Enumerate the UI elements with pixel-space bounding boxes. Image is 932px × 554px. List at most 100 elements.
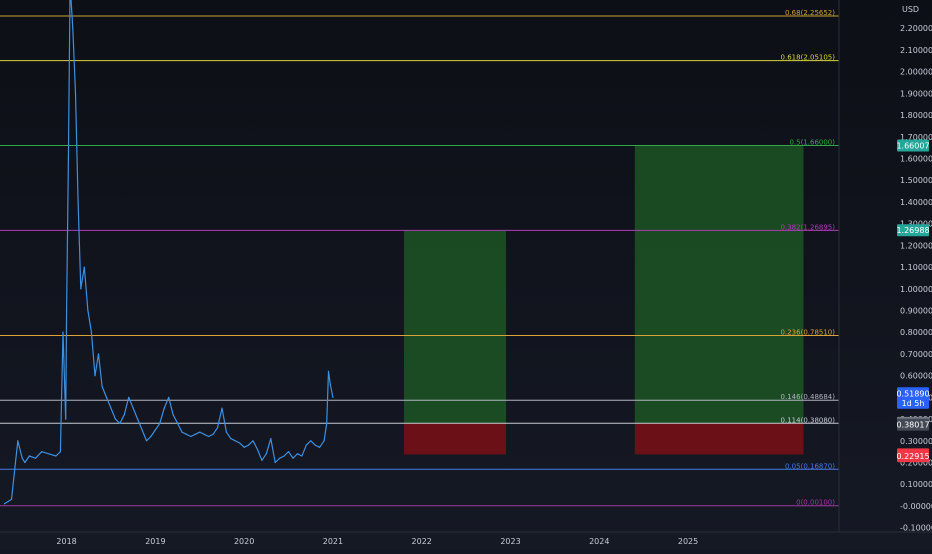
price-point xyxy=(10,498,13,501)
price-point xyxy=(208,435,210,438)
price-point xyxy=(270,438,272,440)
price-line[interactable] xyxy=(4,0,334,505)
price-point xyxy=(128,396,130,398)
y-tick-label: 1.80000 xyxy=(900,111,932,120)
price-tag: 0.22915 xyxy=(896,450,930,463)
price-point xyxy=(225,431,227,433)
price-point xyxy=(154,429,156,431)
price-point xyxy=(176,422,179,425)
y-tick-label: 0.70000 xyxy=(900,350,932,359)
fib-level-label: 0.05(0.16870) xyxy=(785,462,835,470)
fib-level-label: 0(0.00100) xyxy=(796,499,835,507)
currency-label: USD xyxy=(902,5,919,14)
price-point xyxy=(279,457,281,459)
price-point xyxy=(292,457,294,459)
price-point xyxy=(132,407,134,409)
price-point xyxy=(145,440,148,442)
loss-zone[interactable] xyxy=(403,423,507,455)
price-point xyxy=(34,457,37,459)
y-tick-label: -0.00000 xyxy=(900,502,932,511)
y-tick-label: 2.00000 xyxy=(900,68,932,77)
price-tag-text: 1.66007 xyxy=(896,141,929,150)
price-point xyxy=(243,446,245,448)
time-axis[interactable]: 2018 2019 2020 2021 2022 2023 2024 2025 xyxy=(56,537,698,546)
y-tick-label: 0.30000 xyxy=(900,437,932,446)
x-tick-label: 2018 xyxy=(56,537,76,546)
y-tick-label: 0.60000 xyxy=(900,372,932,381)
price-tag: 1d 5h xyxy=(897,396,929,409)
price-tag: 1.26988 xyxy=(896,224,930,237)
price-point xyxy=(305,444,307,446)
price-point xyxy=(83,266,85,268)
x-tick-label: 2022 xyxy=(412,537,432,546)
price-point xyxy=(21,457,23,459)
x-tick-label: 2019 xyxy=(145,537,165,546)
fib-level-label: 0.68(2.25652) xyxy=(785,9,835,17)
price-point xyxy=(216,427,219,429)
price-point xyxy=(296,453,299,455)
price-point xyxy=(310,440,312,442)
price-point xyxy=(87,309,89,312)
price-point xyxy=(72,27,74,29)
price-point xyxy=(190,435,192,438)
price-point xyxy=(287,451,290,453)
price-point xyxy=(110,407,112,409)
profit-zone[interactable] xyxy=(634,145,804,424)
price-point xyxy=(194,433,196,435)
x-tick-label: 2023 xyxy=(500,537,520,546)
price-point xyxy=(94,375,96,377)
fib-level-label: 0.236(0.78510) xyxy=(781,328,836,336)
price-point xyxy=(230,438,232,440)
y-tick-label: 2.20000 xyxy=(900,24,932,33)
price-point xyxy=(150,435,152,438)
price-point xyxy=(332,396,334,398)
price-point xyxy=(256,448,259,451)
y-tick-label: 2.10000 xyxy=(900,46,932,55)
price-point xyxy=(329,383,331,385)
price-point xyxy=(41,451,43,453)
position-zones xyxy=(403,145,804,455)
y-tick-label: 0.80000 xyxy=(900,328,932,337)
x-tick-label: 2024 xyxy=(589,537,609,546)
price-chart[interactable]: 0.68(2.25652) 0.618(2.05105) 0.5(1.66000) 0… xyxy=(0,0,932,550)
price-point xyxy=(67,157,69,160)
profit-zone[interactable] xyxy=(403,230,507,424)
fib-level-label: 0.5(1.66000) xyxy=(789,138,835,146)
loss-zone[interactable] xyxy=(634,423,804,455)
price-point xyxy=(274,461,276,464)
price-tag: 1.66007 xyxy=(896,139,930,152)
price-point xyxy=(17,440,19,442)
price-point xyxy=(234,440,236,442)
fib-level-label: 0.114(0.38080) xyxy=(781,416,836,424)
price-tag-text: 0.38017 xyxy=(896,421,929,430)
price-point xyxy=(80,288,82,290)
price-point xyxy=(265,453,267,455)
price-point xyxy=(77,201,79,203)
price-point xyxy=(185,433,188,435)
price-point xyxy=(261,459,263,461)
price-point xyxy=(221,407,223,409)
y-tick-label: 1.00000 xyxy=(900,285,932,294)
y-tick-label: 0.90000 xyxy=(900,307,932,316)
fib-level-label: 0.146(0.48684) xyxy=(781,393,836,401)
price-point xyxy=(3,503,6,505)
price-point xyxy=(168,396,170,398)
y-tick-label: 1.20000 xyxy=(900,241,932,250)
chart-root: 0.68(2.25652) 0.618(2.05105) 0.5(1.66000) 0… xyxy=(0,0,932,550)
price-point xyxy=(74,92,77,94)
price-point xyxy=(283,455,285,457)
price-point xyxy=(239,442,241,444)
y-tick-label: 1.10000 xyxy=(900,263,932,272)
price-point xyxy=(62,331,64,333)
y-tick-label: 1.40000 xyxy=(900,198,932,207)
fib-level-label: 0.382(1.26895) xyxy=(781,223,836,231)
price-point xyxy=(65,418,67,420)
x-tick-label: 2025 xyxy=(678,537,698,546)
price-tags: 1.660071.269880.518901d 5h0.382520.38017… xyxy=(896,139,930,463)
price-point xyxy=(319,446,321,448)
price-point xyxy=(301,455,303,457)
price-point xyxy=(101,385,103,388)
price-point xyxy=(59,451,61,453)
price-point xyxy=(247,444,250,446)
y-tick-label: -0.10000 xyxy=(900,524,932,533)
